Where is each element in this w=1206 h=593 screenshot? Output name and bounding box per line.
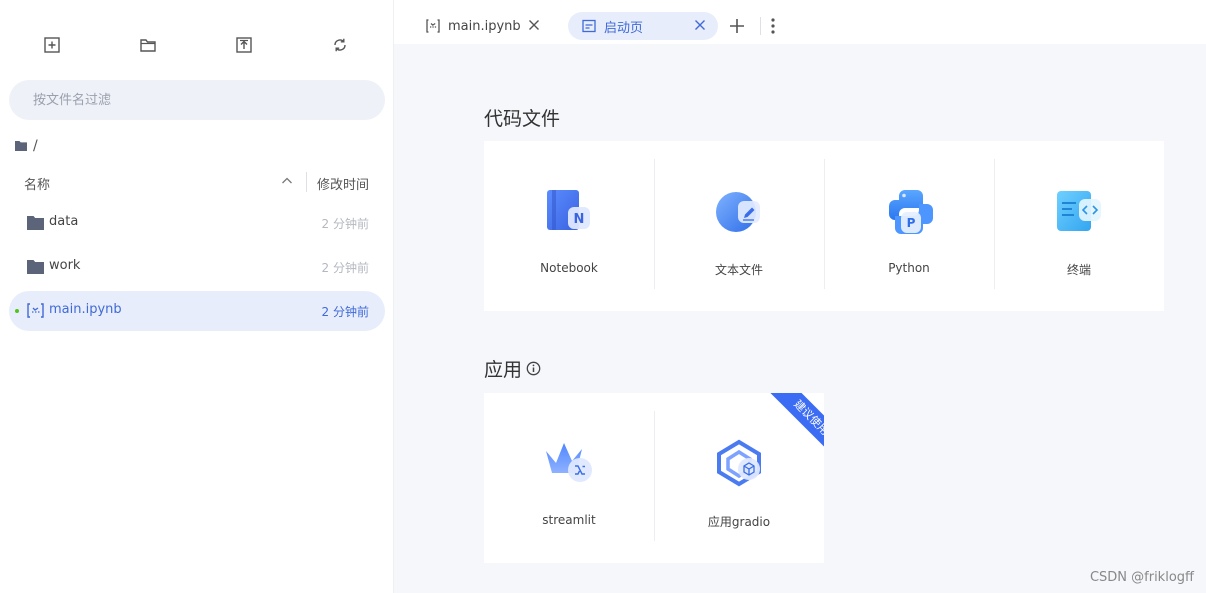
close-icon[interactable] — [528, 19, 540, 31]
file-name: data — [49, 214, 79, 229]
card-label: 文本文件 — [714, 263, 763, 277]
file-row-data[interactable]: data 2 分钟前 — [9, 203, 385, 243]
file-modified: 2 分钟前 — [321, 305, 369, 319]
tab-label: main.ipynb — [448, 18, 521, 34]
column-modified-header[interactable]: 修改时间 — [317, 174, 369, 193]
card-label: 应用gradio — [707, 515, 771, 529]
terminal-icon — [1057, 191, 1101, 231]
python-icon: P — [889, 190, 933, 234]
text-file-icon — [716, 192, 760, 232]
tab-bar: main.ipynb 启动页 — [394, 8, 1206, 44]
tab-launcher[interactable]: 启动页 — [568, 12, 718, 40]
folder-icon — [27, 216, 44, 230]
close-icon[interactable] — [694, 19, 706, 31]
svg-text:N: N — [574, 212, 585, 227]
notebook-icon — [426, 19, 440, 33]
file-browser-toolbar — [0, 30, 394, 60]
upload-icon — [236, 37, 252, 53]
card-label: Python — [888, 261, 930, 275]
recommended-ribbon: 建议使用 — [754, 393, 824, 463]
column-name-header[interactable]: 名称 — [24, 174, 50, 193]
plus-square-icon — [44, 37, 60, 53]
watermark: CSDN @friklogff — [1089, 570, 1194, 585]
file-filter-input[interactable] — [9, 80, 385, 120]
refresh-button[interactable] — [325, 30, 355, 60]
launch-python-card[interactable]: P Python — [824, 141, 994, 311]
tab-main-ipynb[interactable]: main.ipynb — [412, 12, 552, 40]
card-label: Notebook — [540, 261, 598, 275]
more-vertical-icon[interactable] — [766, 16, 780, 36]
file-row-main-ipynb[interactable]: main.ipynb 2 分钟前 — [9, 291, 385, 331]
file-name: main.ipynb — [49, 302, 122, 317]
file-modified: 2 分钟前 — [321, 217, 369, 231]
new-tab-plus-icon[interactable] — [728, 17, 746, 35]
launcher-panel: 代码文件 N Notebook 文本文件 P Python 终端 应用 stre… — [394, 44, 1206, 593]
tab-label: 启动页 — [604, 20, 644, 36]
file-list-header: 名称 修改时间 — [0, 168, 394, 196]
code-files-card-row: N Notebook 文本文件 P Python 终端 — [484, 141, 1164, 311]
file-modified: 2 分钟前 — [321, 261, 369, 275]
streamlit-icon — [546, 443, 592, 482]
chevron-up-icon[interactable] — [280, 174, 294, 188]
apps-card-row: streamlit 应用gradio 建议使用 — [484, 393, 824, 563]
notebook-icon: N — [547, 190, 590, 230]
code-section-title: 代码文件 — [484, 104, 560, 131]
file-row-work[interactable]: work 2 分钟前 — [9, 247, 385, 287]
folder-icon — [140, 39, 156, 52]
folder-icon — [15, 141, 27, 151]
section-title-text: 代码文件 — [484, 108, 561, 130]
svg-text:P: P — [907, 216, 916, 230]
notebook-icon — [27, 303, 44, 318]
breadcrumb-path: / — [33, 138, 38, 154]
card-label: streamlit — [542, 513, 596, 527]
tab-divider — [760, 17, 761, 35]
column-divider[interactable] — [306, 172, 307, 192]
folder-icon — [27, 260, 44, 274]
breadcrumb[interactable]: / — [15, 138, 38, 154]
file-name: work — [49, 258, 81, 273]
section-title-text: 应用 — [484, 359, 523, 381]
running-indicator — [15, 309, 19, 313]
app-section-title: 应用 — [484, 355, 541, 382]
refresh-icon — [334, 38, 346, 52]
info-icon[interactable] — [526, 361, 541, 376]
new-folder-button[interactable] — [133, 30, 163, 60]
card-label: 终端 — [1066, 263, 1091, 277]
ribbon-text: 建议使用 — [764, 393, 824, 463]
upload-button[interactable] — [229, 30, 259, 60]
launch-streamlit-card[interactable]: streamlit — [484, 393, 654, 563]
launch-text-file-card[interactable]: 文本文件 — [654, 141, 824, 311]
launch-notebook-card[interactable]: N Notebook — [484, 141, 654, 311]
launch-terminal-card[interactable]: 终端 — [994, 141, 1164, 311]
file-browser-sidebar: / 名称 修改时间 data 2 分钟前 work 2 分钟前 main.ipy… — [0, 0, 394, 593]
new-launcher-button[interactable] — [37, 30, 67, 60]
launcher-icon — [582, 19, 596, 33]
launch-gradio-card[interactable]: 应用gradio 建议使用 — [654, 393, 824, 563]
